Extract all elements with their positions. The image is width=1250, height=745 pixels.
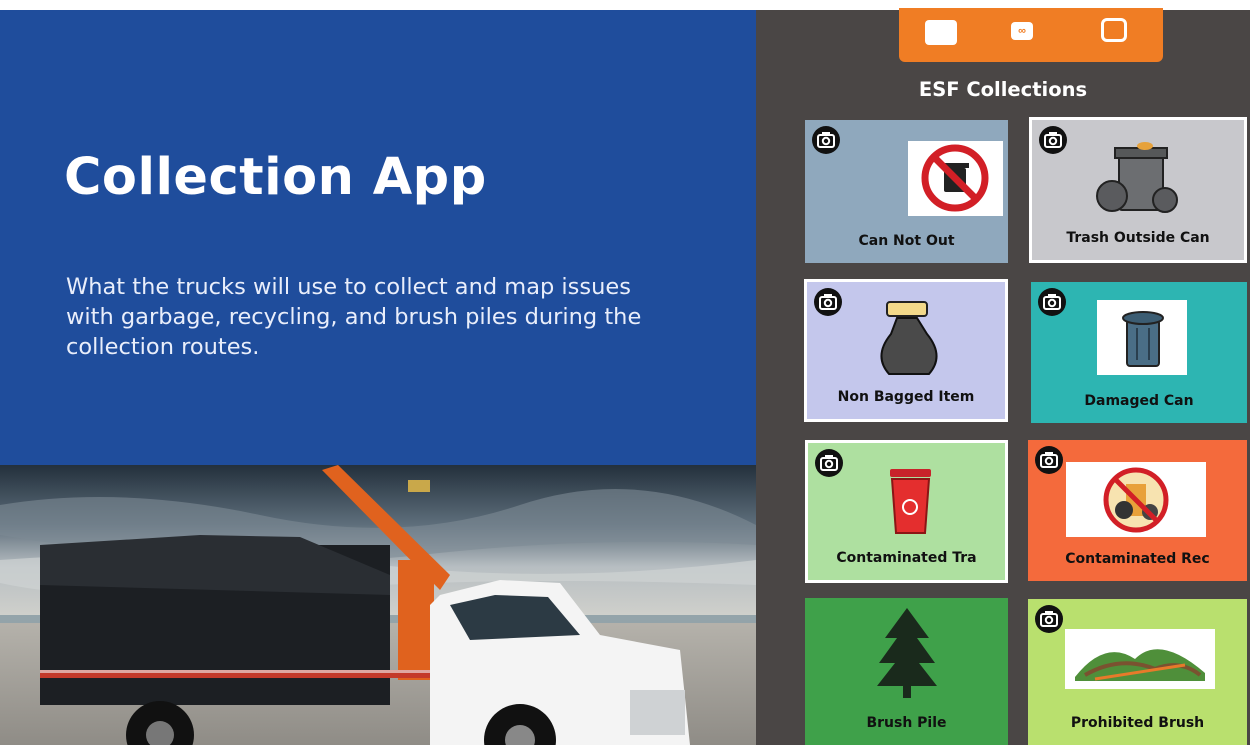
tile-brush-pile[interactable]: Brush Pile (805, 598, 1008, 745)
tile-trash-outside-can[interactable]: Trash Outside Can (1029, 117, 1247, 263)
tile-label: Brush Pile (866, 715, 947, 731)
tile-label: Contaminated Rec (1065, 551, 1210, 567)
red-bin-icon (878, 459, 943, 539)
damaged-can-icon (1097, 300, 1187, 375)
presentation-slide: Collection App What the trucks will use … (0, 10, 756, 745)
camera-icon[interactable] (812, 126, 840, 154)
tile-non-bagged-item[interactable]: Non Bagged Item (804, 279, 1008, 422)
tile-label: Damaged Can (1084, 393, 1194, 409)
tile-label: Can Not Out (858, 233, 955, 249)
tile-can-not-out[interactable]: Can Not Out (805, 120, 1008, 263)
trash-bag-icon (867, 294, 952, 379)
mobile-app-panel: ∞ ESF Collections Can Not Out Trash Outs… (756, 8, 1250, 745)
slide-description: What the trucks will use to collect and … (66, 274, 642, 360)
no-recycle-icon (1066, 462, 1206, 537)
tile-contaminated-rec[interactable]: Contaminated Rec (1028, 440, 1247, 581)
no-trash-can-icon (908, 141, 1003, 216)
tree-icon (877, 608, 937, 703)
camera-icon[interactable] (1038, 288, 1066, 316)
tile-label: Prohibited Brush (1070, 715, 1205, 731)
slide-header-panel: Collection App What the trucks will use … (0, 10, 756, 465)
tile-prohibited-brush[interactable]: Prohibited Brush (1028, 599, 1247, 745)
camera-icon[interactable] (814, 288, 842, 316)
garbage-truck-photo (0, 465, 756, 745)
brush-pile-icon (1065, 629, 1215, 689)
camera-icon[interactable] (815, 449, 843, 477)
camera-icon[interactable] (1039, 126, 1067, 154)
slide-title: Collection App (64, 148, 487, 207)
overflowing-trash-icon (1087, 138, 1187, 220)
tile-damaged-can[interactable]: Damaged Can (1031, 282, 1247, 423)
tile-label: Non Bagged Item (837, 389, 975, 405)
tile-label: Contaminated Tra (836, 550, 977, 566)
camera-icon[interactable] (1035, 446, 1063, 474)
tile-label: Trash Outside Can (1066, 230, 1210, 246)
camera-icon[interactable] (1035, 605, 1063, 633)
collection-type-grid: Can Not Out Trash Outside Can Non Bagged… (756, 10, 1250, 745)
tile-contaminated-tra[interactable]: Contaminated Tra (805, 440, 1008, 583)
